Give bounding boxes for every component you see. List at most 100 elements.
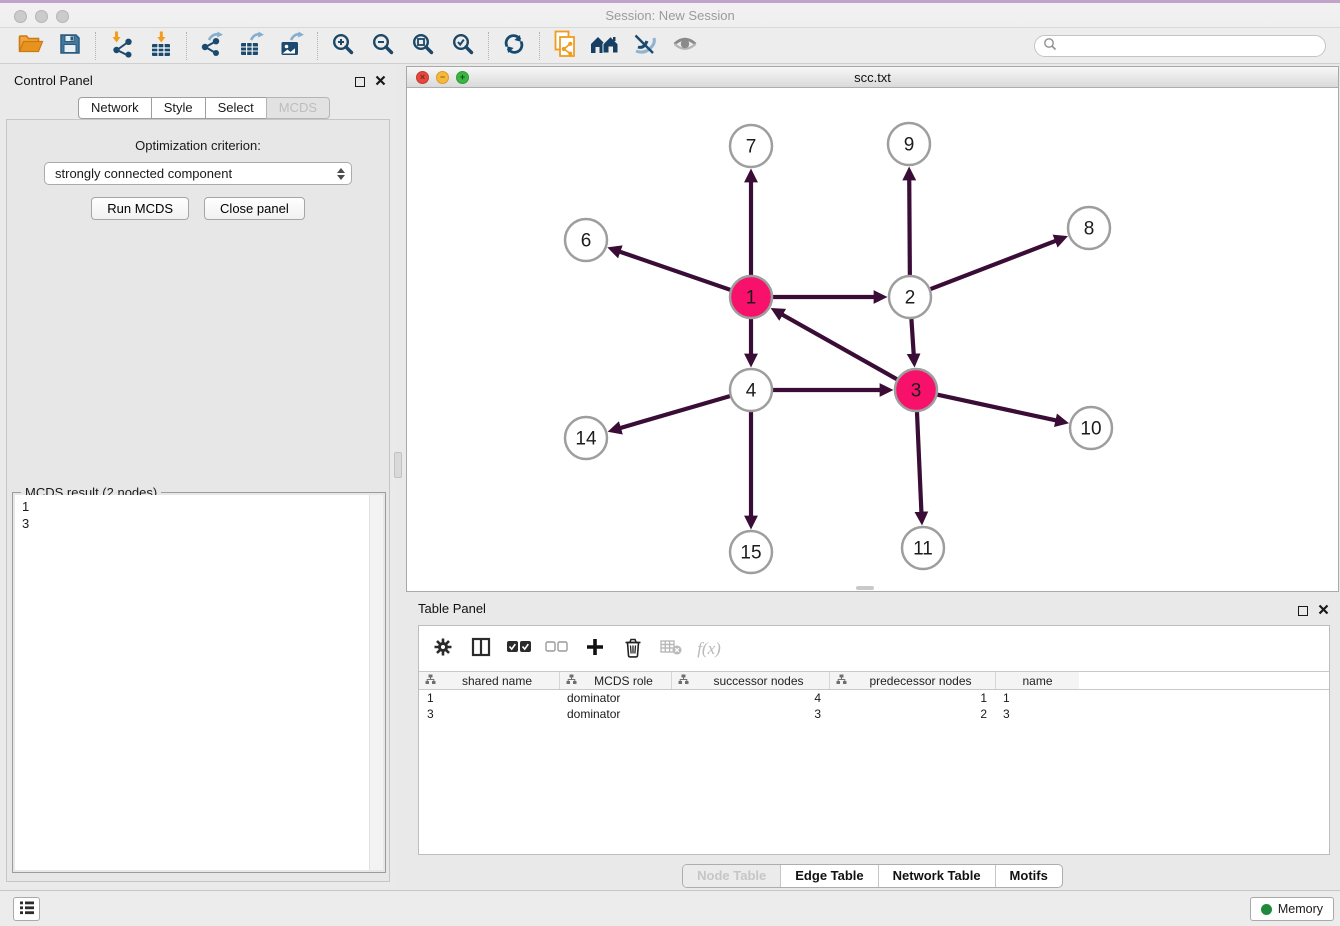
criterion-dropdown[interactable]: strongly connected component [44,162,352,185]
memory-button[interactable]: Memory [1250,897,1334,921]
export-image-button[interactable] [272,30,312,62]
tab-network[interactable]: Network [78,97,152,119]
export-network-button[interactable] [192,30,232,62]
search-input[interactable] [1061,39,1317,53]
export-table-button[interactable] [232,30,272,62]
cell-predecessor-nodes[interactable]: 2 [829,707,995,721]
close-panel-button[interactable]: Close panel [204,197,305,220]
node-15[interactable]: 15 [730,531,772,573]
zoom-fit-button[interactable] [403,30,443,62]
save-session-button[interactable] [50,30,90,62]
cell-successor-nodes[interactable]: 3 [671,707,829,721]
cell-shared-name[interactable]: 3 [419,707,559,721]
node-4[interactable]: 4 [730,369,772,411]
node-label-6: 6 [581,231,592,252]
tab-motifs[interactable]: Motifs [995,865,1062,887]
column-header-mcds-role[interactable]: MCDS role [559,672,671,689]
edge-2-9[interactable] [909,179,910,275]
edge-4-14[interactable] [620,396,730,428]
function-icon: f(x) [697,639,721,659]
node-10[interactable]: 10 [1070,407,1112,449]
mcds-result-area[interactable]: 1 3 [15,495,369,870]
mcds-result-box: MCDS result (2 nodes) 1 3 [12,492,386,873]
search-box[interactable] [1034,35,1326,57]
split-columns-button[interactable] [465,634,497,664]
control-panel: Control Panel NetworkStyleSelectMCDS Opt… [0,64,396,890]
node-label-8: 8 [1084,219,1095,240]
cell-mcds-role[interactable]: dominator [559,691,671,705]
apply-style-button[interactable] [625,30,665,62]
import-table-button[interactable] [141,30,181,62]
show-hide-button[interactable] [665,30,705,62]
zoom-out-button[interactable] [363,30,403,62]
import-network-icon [108,31,134,61]
node-label-3: 3 [911,381,922,402]
node-8[interactable]: 8 [1068,207,1110,249]
network-graph[interactable]: 7 9 6 8 1 2 4 3 14 10 15 11 [407,88,1338,591]
result-scrollbar[interactable] [369,495,383,870]
tab-mcds[interactable]: MCDS [266,97,330,119]
network-canvas[interactable]: 7 9 6 8 1 2 4 3 14 10 15 11 [407,88,1338,591]
node-2[interactable]: 2 [889,276,931,318]
column-header-successor-nodes[interactable]: successor nodes [671,672,829,689]
cell-shared-name[interactable]: 1 [419,691,559,705]
delete-column-button[interactable] [617,634,649,664]
tab-edge-table[interactable]: Edge Table [780,865,877,887]
column-settings-button[interactable] [427,634,459,664]
node-1[interactable]: 1 [730,276,772,318]
cell-name[interactable]: 3 [995,707,1079,721]
memory-label: Memory [1278,902,1323,916]
column-label: shared name [441,674,553,688]
node-7[interactable]: 7 [730,125,772,167]
table-row[interactable]: 1dominator411 [419,690,1329,706]
network-window-titlebar[interactable]: × − + scc.txt [407,67,1338,88]
close-panel-icon[interactable] [375,74,386,89]
close-table-panel-icon[interactable] [1318,603,1329,618]
edge-1-6[interactable] [619,251,730,289]
column-header-name[interactable]: name [995,672,1079,689]
float-panel-icon[interactable] [355,77,365,87]
task-history-button[interactable] [13,897,40,921]
node-label-15: 15 [740,543,761,564]
node-3[interactable]: 3 [895,369,937,411]
tab-node-table[interactable]: Node Table [683,865,780,887]
tab-select[interactable]: Select [205,97,267,119]
zoom-selected-button[interactable] [443,30,483,62]
duplicate-network-button[interactable] [545,30,585,62]
node-6[interactable]: 6 [565,219,607,261]
deselect-all-button[interactable] [541,634,573,664]
cell-successor-nodes[interactable]: 4 [671,691,829,705]
node-table-container: f(x) shared name MCDS rolesuccessor nodes… [418,625,1330,855]
delete-table-button[interactable] [655,634,687,664]
table-row[interactable]: 3dominator323 [419,706,1329,722]
import-network-button[interactable] [101,30,141,62]
open-session-button[interactable] [10,30,50,62]
zoom-in-icon [331,32,355,59]
cell-name[interactable]: 1 [995,691,1079,705]
canvas-scrollbar-handle[interactable] [856,586,874,590]
edge-2-3[interactable] [911,319,913,355]
column-header-predecessor-nodes[interactable]: predecessor nodes [829,672,995,689]
add-column-button[interactable] [579,634,611,664]
tab-style[interactable]: Style [151,97,206,119]
toolbar-separator [95,32,96,60]
home-button[interactable] [585,30,625,62]
select-all-button[interactable] [503,634,535,664]
float-table-panel-icon[interactable] [1298,606,1308,616]
edge-3-11[interactable] [917,412,921,513]
cell-predecessor-nodes[interactable]: 1 [829,691,995,705]
tab-network-table[interactable]: Network Table [878,865,995,887]
apply-function-button[interactable]: f(x) [693,634,725,664]
column-header-shared-name[interactable]: shared name [419,672,559,689]
cell-mcds-role[interactable]: dominator [559,707,671,721]
run-mcds-button[interactable]: Run MCDS [91,197,189,220]
node-11[interactable]: 11 [902,527,944,569]
refresh-layout-button[interactable] [494,30,534,62]
zoom-in-button[interactable] [323,30,363,62]
edge-3-10[interactable] [937,395,1056,421]
node-9[interactable]: 9 [888,123,930,165]
panel-splitter-handle[interactable] [394,452,402,478]
edge-2-8[interactable] [931,241,1057,289]
node-14[interactable]: 14 [565,417,607,459]
edge-3-1[interactable] [781,314,896,379]
